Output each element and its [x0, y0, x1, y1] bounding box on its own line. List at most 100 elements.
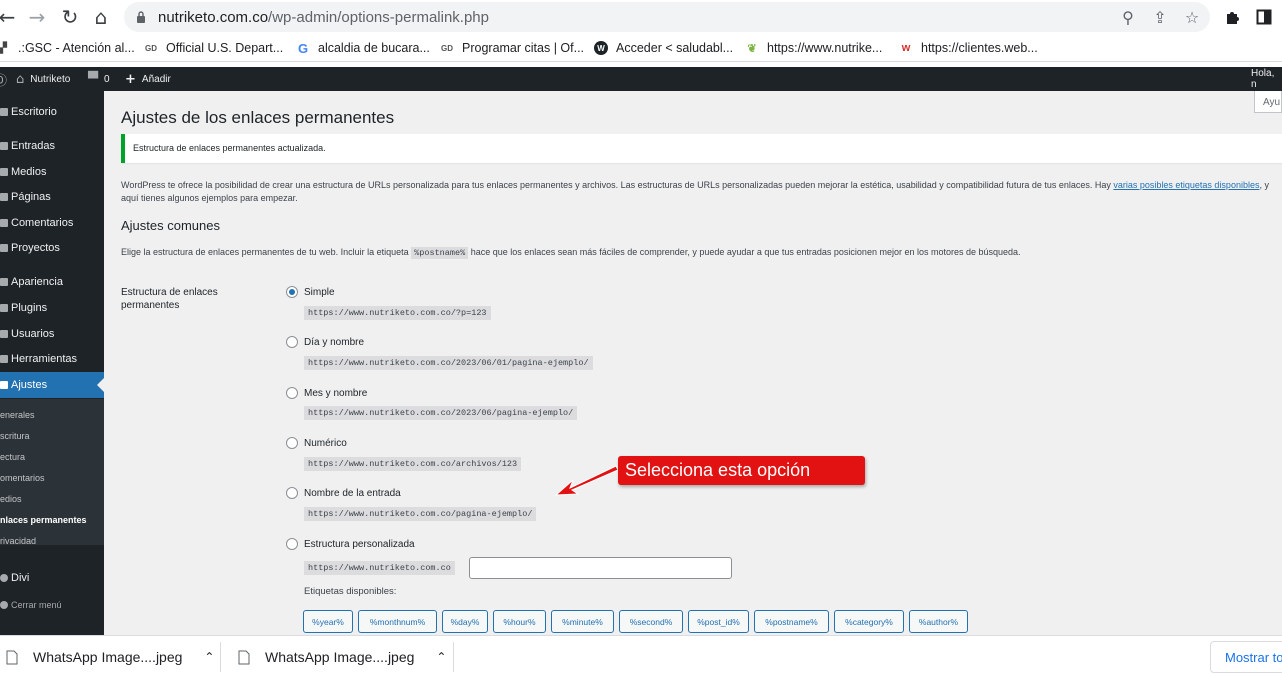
url-text: nutriketo.com.co/wp-admin/options-permal… [158, 9, 489, 26]
browser-toolbar: ← → ↻ ⌂ nutriketo.com.co/wp-admin/option… [0, 0, 1282, 34]
annotation-arrow-icon [554, 465, 619, 496]
submenu-escritura[interactable]: scritura [0, 426, 30, 446]
web-favicon-icon: w [901, 42, 911, 54]
radio-button[interactable] [286, 538, 298, 550]
help-tab[interactable]: Ayu [1254, 91, 1282, 113]
radio-button[interactable] [286, 286, 298, 298]
option-dia-y-nombre[interactable]: Día y nombre [286, 335, 364, 349]
chevron-up-icon[interactable]: ⌃ [436, 650, 446, 664]
submenu-enlaces-permanentes[interactable]: nlaces permanentes [0, 510, 87, 530]
show-all-button[interactable]: Mostrar to [1210, 641, 1282, 673]
user-greeting[interactable]: Hola, n [1251, 67, 1282, 91]
comments-count: 0 [104, 73, 110, 85]
bookmark-star-icon[interactable]: ☆ [1182, 7, 1202, 27]
collapse-menu-button[interactable]: Cerrar menú [0, 592, 104, 618]
tag-button[interactable]: %year% [303, 610, 353, 633]
share-icon[interactable]: ⇪ [1150, 7, 1170, 27]
radio-button[interactable] [286, 387, 298, 399]
tag-button[interactable]: %author% [909, 610, 968, 633]
option-estructura-personalizada[interactable]: Estructura personalizada [286, 537, 415, 551]
sample-url: https://www.nutriketo.com.co/archivos/12… [304, 457, 522, 471]
back-arrow-icon[interactable]: ← [0, 4, 20, 30]
page-icon [0, 193, 8, 201]
wordpress-logo-icon[interactable]: ⓪ [0, 67, 13, 91]
bookmark-item[interactable]: W Acceder < saludabl... [594, 40, 733, 56]
bookmark-item[interactable]: w https://clientes.web... [899, 40, 1038, 56]
divider [220, 642, 221, 672]
bookmark-item[interactable]: ▞ .:GSC - Atención al... [0, 40, 135, 56]
submenu-generales[interactable]: enerales [0, 405, 35, 425]
sample-url: https://www.nutriketo.com.co/pagina-ejem… [304, 507, 537, 521]
tag-button[interactable]: %minute% [551, 610, 614, 633]
custom-structure-input[interactable] [469, 557, 732, 579]
gov-favicon-icon: GD [441, 43, 453, 53]
tag-button[interactable]: %post_id% [688, 610, 749, 633]
sidebar-item-medios[interactable]: Medios [0, 159, 104, 185]
tag-button[interactable]: %hour% [493, 610, 546, 633]
site-name-link[interactable]: ⌂ Nutriketo [16, 67, 70, 91]
tag-button[interactable]: %postname% [754, 610, 829, 633]
side-panel-icon[interactable] [1251, 4, 1277, 30]
wp-admin-sidebar: Escritorio Entradas Medios Páginas Comen… [0, 91, 104, 635]
bookmark-label: https://clientes.web... [921, 41, 1038, 55]
download-filename: WhatsApp Image....jpeg [265, 649, 415, 665]
submenu-privacidad[interactable]: rivacidad [0, 531, 36, 551]
sidebar-item-apariencia[interactable]: Apariencia [0, 269, 104, 295]
submenu-comentarios[interactable]: omentarios [0, 468, 45, 488]
success-notice: Estructura de enlaces permanentes actual… [121, 134, 1282, 163]
sidebar-item-ajustes[interactable]: Ajustes [0, 372, 104, 398]
lock-icon [137, 11, 145, 23]
postname-code: %postname% [411, 247, 469, 259]
sidebar-item-entradas[interactable]: Entradas [0, 133, 104, 159]
download-item[interactable]: WhatsApp Image....jpeg ⌃ [6, 636, 214, 677]
sidebar-item-paginas[interactable]: Páginas [0, 184, 104, 210]
bookmark-item[interactable]: Galcaldia de bucara... [296, 40, 430, 56]
comments-link[interactable]: ▀ 0 [88, 67, 110, 91]
bookmark-item[interactable]: GD Official U.S. Depart... [144, 40, 283, 56]
zoom-icon[interactable]: ⚲ [1118, 7, 1138, 27]
tag-button[interactable]: %category% [834, 610, 904, 633]
tag-button[interactable]: %day% [442, 610, 488, 633]
forward-arrow-icon[interactable]: → [24, 4, 50, 30]
bookmark-label: Acceder < saludabl... [616, 41, 734, 55]
intro-paragraph: WordPress te ofrece la posibilidad de cr… [121, 180, 1269, 203]
radio-button[interactable] [286, 437, 298, 449]
option-numerico[interactable]: Numérico [286, 436, 347, 450]
reload-icon[interactable]: ↻ [57, 4, 83, 30]
option-simple[interactable]: Simple [286, 285, 335, 299]
sidebar-item-usuarios[interactable]: Usuarios [0, 321, 104, 347]
brush-icon [0, 278, 8, 286]
download-item[interactable]: WhatsApp Image....jpeg ⌃ [238, 636, 446, 677]
available-tags-link[interactable]: varias posibles etiquetas disponibles [1113, 180, 1259, 190]
option-nombre-de-la-entrada[interactable]: Nombre de la entrada [286, 486, 401, 500]
tag-button[interactable]: %monthnum% [358, 610, 437, 633]
submenu-lectura[interactable]: ectura [0, 447, 25, 467]
extensions-puzzle-icon[interactable] [1220, 4, 1246, 30]
sidebar-item-divi[interactable]: Divi [0, 565, 104, 591]
collapse-icon [0, 601, 8, 609]
file-icon [6, 650, 18, 664]
sidebar-item-plugins[interactable]: Plugins [0, 295, 104, 321]
radio-button[interactable] [286, 487, 298, 499]
home-icon: ⌂ [16, 71, 25, 87]
greeting-text: Hola, n [1251, 68, 1275, 90]
plus-icon: + [125, 71, 136, 87]
sidebar-item-proyectos[interactable]: Proyectos [0, 235, 104, 261]
sidebar-item-herramientas[interactable]: Herramientas [0, 346, 104, 372]
submenu-medios[interactable]: edios [0, 489, 22, 509]
sidebar-item-comentarios[interactable]: Comentarios [0, 210, 104, 236]
home-icon[interactable]: ⌂ [88, 4, 114, 30]
comment-bubble-icon: ▀ [88, 71, 98, 87]
radio-button[interactable] [286, 336, 298, 348]
bookmark-item[interactable]: ❦ https://www.nutrike... [745, 40, 882, 56]
sample-url: https://www.nutriketo.com.co/2023/06/01/… [304, 356, 593, 370]
wp-admin-bar: ⓪ ⌂ Nutriketo ▀ 0 + Añadir Hola, n [0, 67, 1282, 91]
bookmarks-bar: ▞ .:GSC - Atención al... GD Official U.S. … [0, 34, 1282, 62]
chevron-up-icon[interactable]: ⌃ [204, 650, 214, 664]
sidebar-item-escritorio[interactable]: Escritorio [0, 99, 104, 125]
address-bar[interactable]: nutriketo.com.co/wp-admin/options-permal… [124, 2, 1210, 32]
add-new-link[interactable]: + Añadir [125, 67, 171, 91]
tag-button[interactable]: %second% [619, 610, 683, 633]
bookmark-item[interactable]: GD Programar citas | Of... [440, 40, 584, 56]
option-mes-y-nombre[interactable]: Mes y nombre [286, 386, 367, 400]
